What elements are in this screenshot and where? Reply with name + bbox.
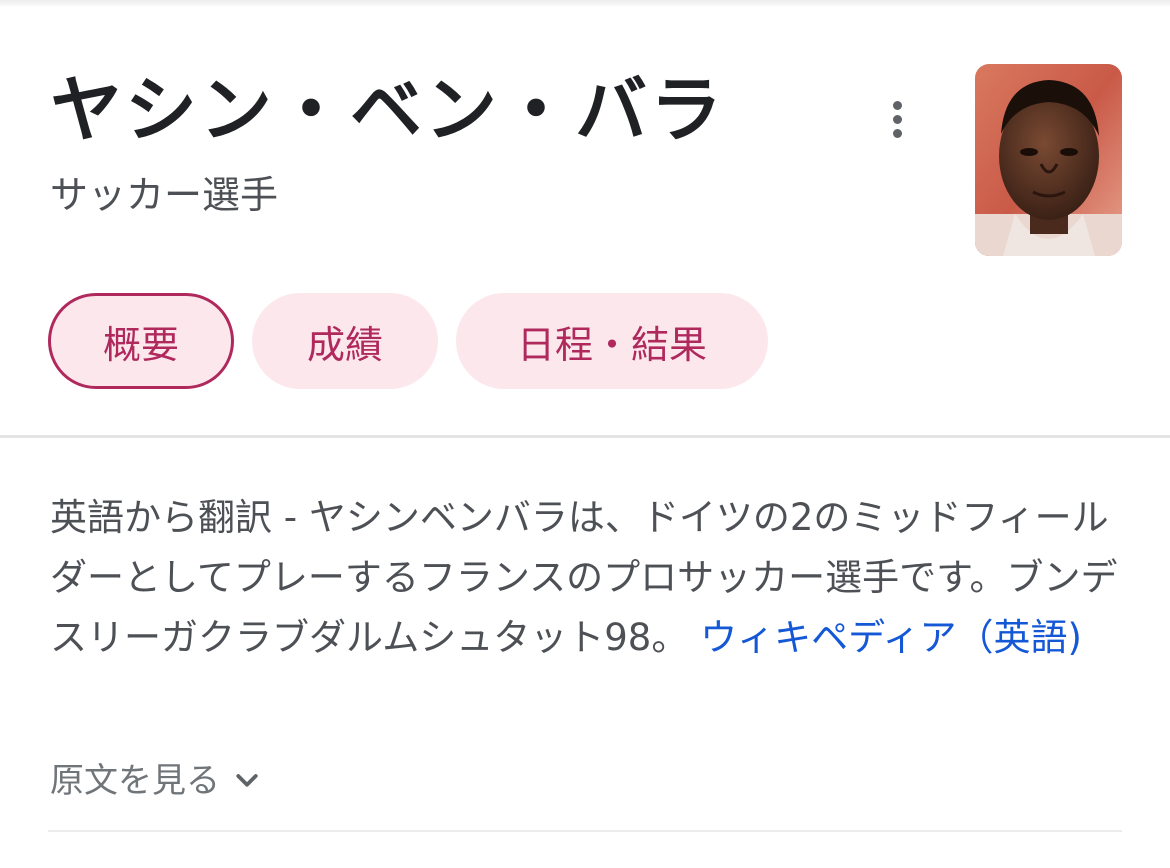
more-vert-icon-dot (892, 114, 902, 124)
see-original-button[interactable]: 原文を見る (50, 756, 262, 806)
tab-stats[interactable]: 成績 (252, 293, 438, 389)
section-divider (0, 435, 1170, 438)
more-vert-icon-dot (892, 128, 902, 138)
player-photo-image (975, 64, 1122, 256)
tab-overview[interactable]: 概要 (48, 293, 234, 389)
entity-subtitle: サッカー選手 (50, 173, 279, 217)
entity-title: ヤシン・ベン・バラ (50, 68, 726, 152)
bottom-divider (48, 830, 1122, 832)
chevron-down-icon (236, 774, 258, 787)
see-original-label: 原文を見る (50, 761, 220, 801)
top-edge (0, 0, 1170, 6)
more-vert-icon (892, 100, 902, 110)
wikipedia-link[interactable]: ウィキペディア（英語) (700, 616, 1082, 659)
tab-schedule-results[interactable]: 日程・結果 (456, 293, 768, 389)
player-photo[interactable] (975, 64, 1122, 256)
description: 英語から翻訳 - ヤシンベンバラは、ドイツの2のミッドフィールダーとしてプレーす… (50, 488, 1125, 668)
more-options-button[interactable] (874, 92, 920, 146)
